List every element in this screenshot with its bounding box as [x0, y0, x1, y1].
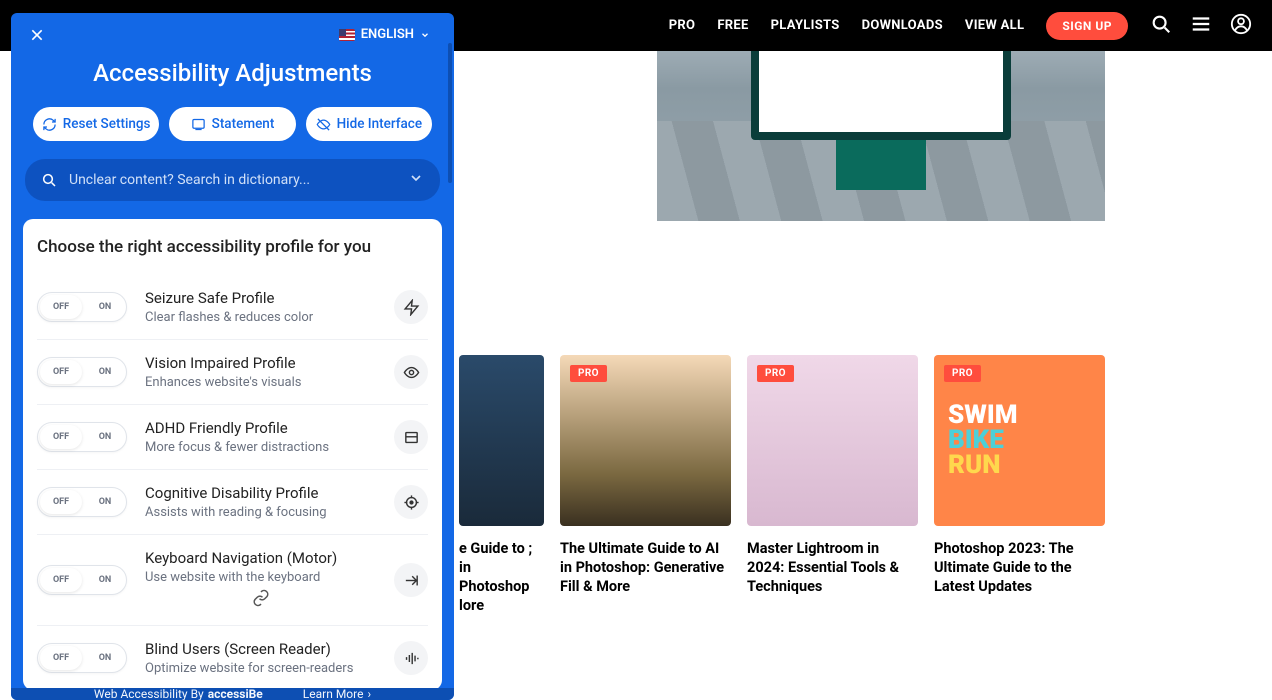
frame-icon [394, 420, 428, 454]
lightning-icon [394, 290, 428, 324]
nav-links: PRO FREE PLAYLISTS DOWNLOADS VIEW ALL SI… [669, 12, 1128, 40]
chevron-down-icon [408, 170, 424, 190]
language-label: ENGLISH [361, 27, 414, 42]
nav-link-viewall[interactable]: VIEW ALL [965, 18, 1024, 33]
profile-desc: More focus & fewer distractions [145, 440, 376, 455]
eye-off-icon [316, 117, 331, 132]
search-icon[interactable] [1150, 13, 1172, 39]
arrow-right-icon [394, 563, 428, 597]
footer-brand: accessiBe [208, 688, 263, 700]
profile-name: Blind Users (Screen Reader) [145, 640, 376, 658]
swimbikerun-graphic: SWIM BIKE RUN [948, 403, 1091, 477]
profile-name: Cognitive Disability Profile [145, 484, 376, 502]
profile-keyboard: OFFON Keyboard Navigation (Motor) Use web… [37, 535, 428, 626]
signup-button[interactable]: SIGN UP [1046, 12, 1128, 40]
profile-desc: Clear flashes & reduces color [145, 310, 376, 325]
course-title: Photoshop 2023: The Ultimate Guide to th… [934, 540, 1105, 597]
profile-name: ADHD Friendly Profile [145, 419, 376, 437]
course-card[interactable]: PRO The Ultimate Guide to AI in Photosho… [560, 355, 731, 615]
profile-desc: Optimize website for screen-readers [145, 661, 376, 676]
pro-badge: PRO [944, 365, 981, 382]
learn-more-link[interactable]: Learn More › [303, 688, 371, 700]
course-card[interactable]: PRO SWIM BIKE RUN Photoshop 2023: The Ul… [934, 355, 1105, 615]
course-card[interactable]: PRO Master Lightroom in 2024: Essential … [747, 355, 918, 615]
toggle-switch[interactable]: OFFON [37, 565, 127, 595]
profile-seizure-safe: OFFON Seizure Safe Profile Clear flashes … [37, 275, 428, 340]
toggle-switch[interactable]: OFFON [37, 643, 127, 673]
profile-desc: Use website with the keyboard [145, 570, 376, 585]
chevron-down-icon [420, 30, 430, 40]
search-placeholder: Unclear content? Search in dictionary... [69, 172, 396, 188]
profile-blind: OFFON Blind Users (Screen Reader) Optimiz… [37, 626, 428, 690]
footer-by: Web Accessibility By [94, 688, 204, 700]
pro-badge: PRO [570, 365, 607, 382]
profile-name: Vision Impaired Profile [145, 354, 376, 372]
statement-button[interactable]: Statement [169, 107, 295, 141]
profiles-heading: Choose the right accessibility profile f… [37, 237, 428, 257]
menu-icon[interactable] [1190, 13, 1212, 39]
refresh-icon [42, 117, 57, 132]
profile-adhd: OFFON ADHD Friendly Profile More focus & … [37, 405, 428, 470]
hide-interface-button[interactable]: Hide Interface [306, 107, 432, 141]
profile-name: Seizure Safe Profile [145, 289, 376, 307]
nav-link-free[interactable]: FREE [717, 18, 748, 33]
search-icon [41, 172, 57, 188]
course-title: The Ultimate Guide to AI in Photoshop: G… [560, 540, 731, 597]
language-selector[interactable]: ENGLISH [339, 27, 430, 42]
document-icon [191, 117, 206, 132]
target-icon [394, 485, 428, 519]
profile-cognitive: OFFON Cognitive Disability Profile Assist… [37, 470, 428, 535]
panel-title: Accessibility Adjustments [29, 59, 436, 87]
nav-link-pro[interactable]: PRO [669, 18, 696, 33]
profile-desc: Enhances website's visuals [145, 375, 376, 390]
accessibility-panel: ENGLISH Accessibility Adjustments Reset … [11, 13, 454, 700]
pro-badge: PRO [757, 365, 794, 382]
profile-name: Keyboard Navigation (Motor) [145, 549, 376, 567]
profile-desc: Assists with reading & focusing [145, 505, 376, 520]
reset-settings-button[interactable]: Reset Settings [33, 107, 159, 141]
account-icon[interactable] [1230, 13, 1252, 39]
course-title: e Guide to ; in Photoshop lore [459, 540, 544, 615]
course-title: Master Lightroom in 2024: Essential Tool… [747, 540, 918, 597]
toggle-switch[interactable]: OFFON [37, 292, 127, 322]
course-card[interactable]: e Guide to ; in Photoshop lore [459, 355, 544, 615]
link-icon [145, 585, 376, 611]
toggle-switch[interactable]: OFFON [37, 422, 127, 452]
audio-icon [394, 641, 428, 675]
toggle-switch[interactable]: OFFON [37, 487, 127, 517]
toggle-switch[interactable]: OFFON [37, 357, 127, 387]
profiles-section: Choose the right accessibility profile f… [23, 219, 442, 690]
profile-vision-impaired: OFFON Vision Impaired Profile Enhances we… [37, 340, 428, 405]
eye-icon [394, 355, 428, 389]
nav-link-downloads[interactable]: DOWNLOADS [862, 18, 943, 33]
nav-icons [1150, 13, 1252, 39]
dictionary-search[interactable]: Unclear content? Search in dictionary... [25, 159, 440, 201]
nav-link-playlists[interactable]: PLAYLISTS [771, 18, 840, 33]
panel-footer: Web Accessibility By accessiBe Learn Mor… [11, 688, 454, 700]
us-flag-icon [339, 29, 355, 41]
close-icon[interactable] [29, 27, 45, 47]
